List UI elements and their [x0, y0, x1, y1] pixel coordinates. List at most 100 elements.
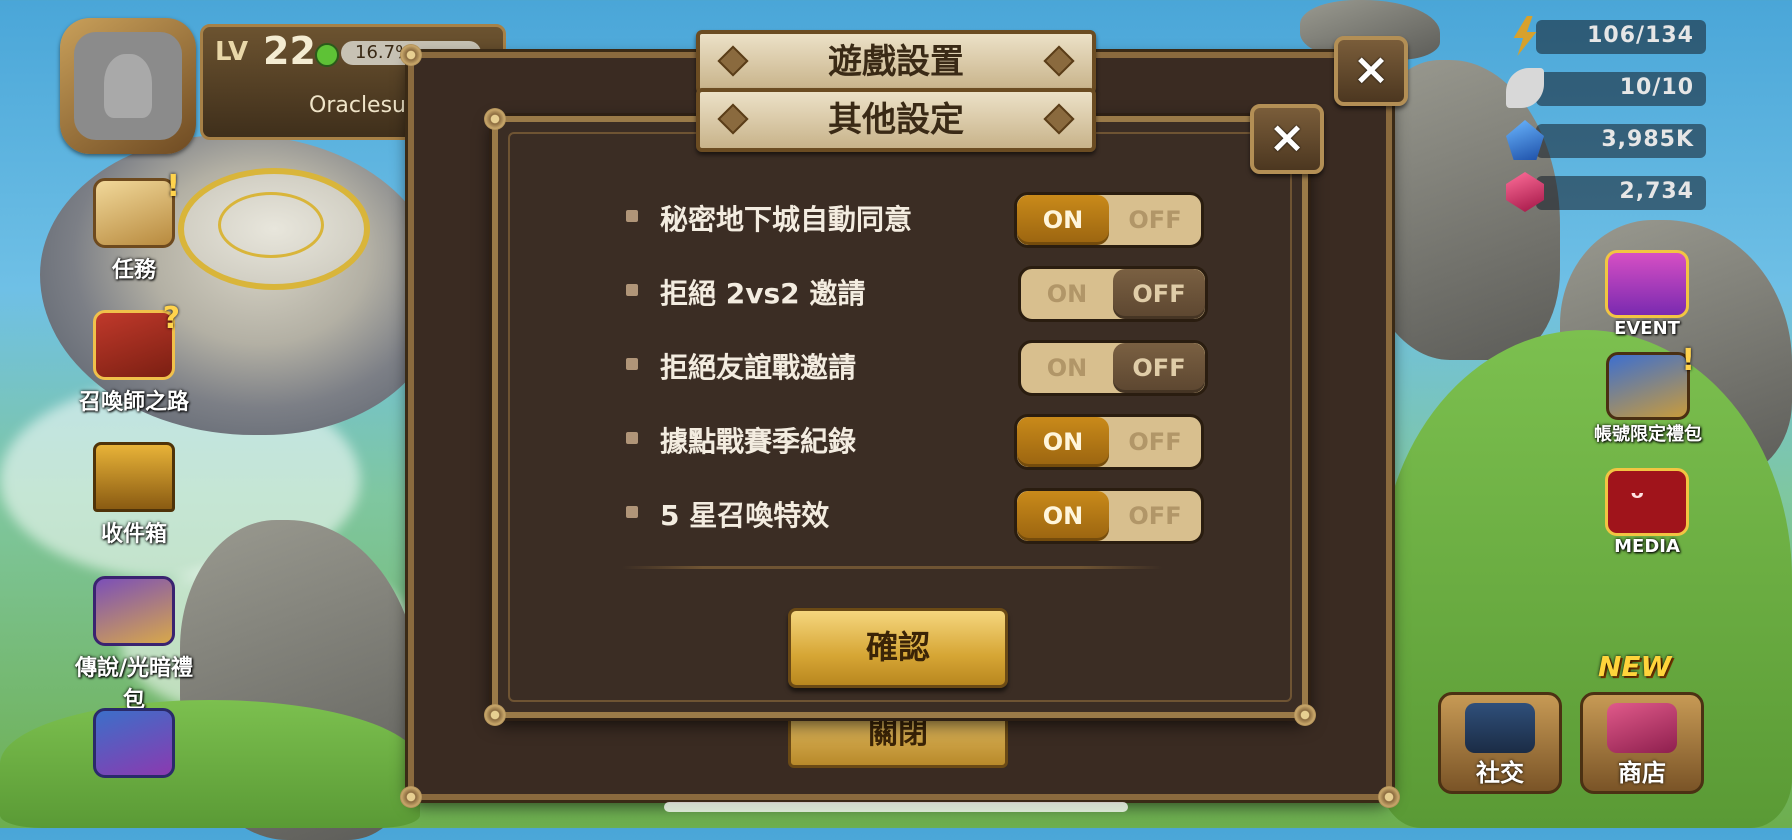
game-settings-title: 遊戲設置 [828, 42, 964, 82]
right-menu-media[interactable]: ᵕ MEDIA [1592, 468, 1702, 557]
resource-wings[interactable]: 10/10 [1506, 68, 1706, 108]
bullet-icon [626, 210, 638, 222]
left-menu-legend-pack[interactable]: 傳說/光暗禮包 [64, 576, 204, 714]
resource-value: 3,985K [1601, 127, 1694, 152]
resource-value: 106/134 [1587, 23, 1694, 48]
toggle-reject-friendly-battle[interactable]: ON OFF [1018, 340, 1208, 396]
quest-scroll-icon: ! [93, 169, 180, 248]
corner-ornament [484, 108, 506, 130]
setting-reject-2vs2-invite: 拒絕 2vs2 邀請 ON OFF [626, 264, 1208, 322]
corner-ornament [400, 44, 422, 66]
social-label: 社交 [1476, 759, 1524, 787]
new-badge: NEW [1598, 650, 1672, 683]
question-mark-icon: ? [162, 301, 180, 336]
setting-label: 拒絕 2vs2 邀請 [660, 277, 866, 310]
grass-field [0, 700, 420, 828]
resource-crystal[interactable]: 3,985K [1506, 120, 1706, 160]
right-menu-label: 帳號限定禮包 [1594, 424, 1702, 445]
social-button[interactable]: 社交 [1438, 692, 1562, 794]
exclamation-icon: ! [1681, 343, 1695, 378]
toggle-siege-record[interactable]: ON OFF [1014, 414, 1204, 470]
confirm-button[interactable]: 確認 [788, 608, 1008, 688]
exclamation-icon: ! [166, 169, 180, 204]
left-menu-label: 傳說/光暗禮包 [74, 656, 194, 713]
left-menu-label: 召喚師之路 [78, 390, 189, 415]
other-settings-title-plate: 其他設定 [696, 88, 1096, 152]
divider [622, 566, 1162, 569]
toggle-secret-dungeon[interactable]: ON OFF [1014, 192, 1204, 248]
resource-bar: 106/134 [1536, 20, 1706, 54]
shop-button[interactable]: 商店 [1580, 692, 1704, 794]
avatar-portrait [74, 32, 182, 140]
bullet-icon [626, 432, 638, 444]
toggle-5-star-effect[interactable]: ON OFF [1014, 488, 1204, 544]
game-settings-title-plate: 遊戲設置 [696, 30, 1096, 94]
setting-siege-season-record: 據點戰賽季紀錄 ON OFF [626, 412, 1206, 470]
right-menu-label: MEDIA [1614, 536, 1680, 557]
resource-bar: 10/10 [1536, 72, 1706, 106]
toggle-on-option[interactable]: ON [1021, 269, 1113, 319]
right-menu-account-pack[interactable]: ! 帳號限定禮包 [1588, 343, 1708, 446]
setting-secret-dungeon-auto-accept: 秘密地下城自動同意 ON OFF [626, 190, 1206, 248]
left-menu-label: 任務 [111, 258, 156, 283]
left-menu-summoner-path[interactable]: ? 召喚師之路 [64, 301, 204, 416]
left-menu-inbox[interactable]: 收件箱 [64, 442, 204, 548]
other-settings-close-button[interactable]: × [1250, 104, 1324, 174]
shop-crystal-icon [1607, 703, 1677, 753]
setting-label: 拒絕友誼戰邀請 [660, 351, 857, 384]
inbox-chest-icon [93, 442, 175, 512]
setting-label: 5 星召喚特效 [660, 499, 830, 532]
toggle-on-option[interactable]: ON [1017, 195, 1109, 245]
toggle-off-option[interactable]: OFF [1109, 491, 1201, 541]
other-settings-title: 其他設定 [828, 100, 964, 140]
corner-ornament [1294, 704, 1316, 726]
right-menu-event[interactable]: EVENT [1592, 250, 1702, 339]
pack-icon [93, 708, 175, 778]
setting-5-star-summon-effect: 5 星召喚特效 ON OFF [626, 486, 1206, 544]
toggle-on-option[interactable]: ON [1017, 491, 1109, 541]
corner-ornament [1378, 786, 1400, 808]
summon-circle-inner [218, 192, 324, 258]
player-level: 22 [263, 29, 316, 73]
corner-ornament [400, 786, 422, 808]
social-wizard-hat-icon [1465, 703, 1535, 753]
game-settings-close-button[interactable]: × [1334, 36, 1408, 106]
setting-label: 據點戰賽季紀錄 [660, 425, 857, 458]
bullet-icon [626, 358, 638, 370]
corner-ornament [484, 704, 506, 726]
bullet-icon [626, 284, 638, 296]
resource-energy[interactable]: 106/134 [1506, 16, 1706, 56]
event-gift-icon [1605, 250, 1689, 318]
resource-ruby[interactable]: 2,734 [1506, 172, 1706, 212]
avatar[interactable] [60, 18, 196, 154]
left-menu-quests[interactable]: ! 任務 [64, 169, 204, 284]
resource-value: 2,734 [1619, 179, 1694, 204]
media-tv-icon: ᵕ [1605, 468, 1689, 536]
smile-icon: ᵕ [1630, 481, 1645, 516]
toggle-off-option[interactable]: OFF [1109, 417, 1201, 467]
toggle-on-option[interactable]: ON [1017, 417, 1109, 467]
bullet-icon [626, 506, 638, 518]
diamond-ornament [1043, 45, 1075, 77]
diamond-ornament [717, 45, 749, 77]
level-label: LV [215, 37, 249, 67]
toggle-off-option[interactable]: OFF [1113, 343, 1205, 393]
home-indicator[interactable] [664, 802, 1128, 812]
diamond-ornament [717, 103, 749, 135]
shop-label: 商店 [1618, 759, 1666, 787]
diamond-ornament [1043, 103, 1075, 135]
legend-pack-icon [93, 576, 175, 646]
toggle-on-option[interactable]: ON [1021, 343, 1113, 393]
resource-bar: 2,734 [1536, 176, 1706, 210]
right-menu-label: EVENT [1614, 318, 1680, 339]
setting-label: 秘密地下城自動同意 [660, 203, 913, 236]
summoner-path-book-icon: ? [93, 301, 180, 380]
toggle-reject-2vs2[interactable]: ON OFF [1018, 266, 1208, 322]
setting-reject-friendly-battle: 拒絕友誼戰邀請 ON OFF [626, 338, 1208, 396]
resource-value: 10/10 [1619, 75, 1694, 100]
avatar-silhouette-icon [104, 54, 152, 118]
left-menu-pack-partial[interactable] [64, 708, 204, 778]
toggle-off-option[interactable]: OFF [1109, 195, 1201, 245]
toggle-off-option[interactable]: OFF [1113, 269, 1205, 319]
account-limited-pack-icon: ! [1606, 343, 1695, 420]
